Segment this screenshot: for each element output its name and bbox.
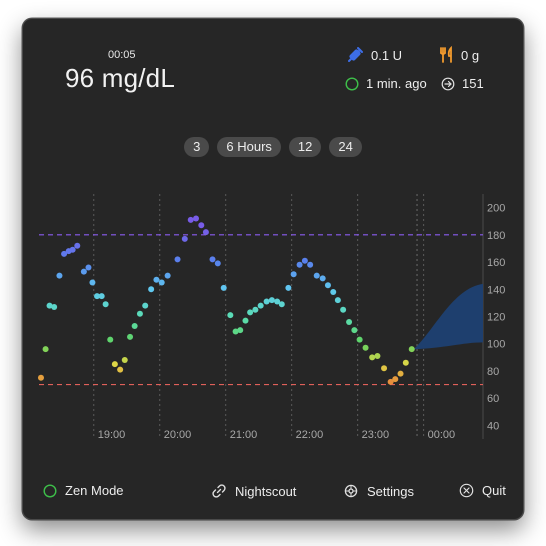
glucose-point — [356, 336, 363, 343]
glucose-point — [136, 310, 143, 317]
gear-icon — [343, 483, 359, 499]
glucose-point — [51, 303, 58, 310]
glucose-point — [117, 366, 124, 373]
glucose-point — [268, 297, 275, 304]
glucose-point — [80, 268, 87, 275]
glucose-point — [69, 246, 76, 253]
glucose-point — [127, 333, 134, 340]
glucose-point — [37, 374, 44, 381]
y-tick-label: 200 — [487, 203, 505, 215]
x-tick-label: 20:00 — [164, 429, 192, 441]
forecast-area — [413, 283, 483, 350]
glucose-point — [307, 261, 314, 268]
glucose-point — [85, 264, 92, 271]
y-tick-label: 120 — [487, 312, 505, 324]
glucose-point — [209, 256, 216, 263]
x-tick-label: 22:00 — [296, 429, 324, 441]
x-tick-label: 00:00 — [428, 429, 456, 441]
glucose-point — [334, 297, 341, 304]
y-tick-label: 100 — [487, 339, 505, 351]
zen-circle-icon — [43, 483, 57, 498]
glucose-point — [153, 276, 160, 283]
glucose-point — [42, 346, 49, 353]
glucose-point — [278, 301, 285, 308]
glucose-point — [148, 286, 155, 293]
glucose-point — [257, 302, 264, 309]
glucose-point — [247, 309, 254, 316]
glucose-point — [313, 272, 320, 279]
glucose-point — [237, 327, 244, 334]
glucose-point — [252, 306, 259, 313]
glucose-point — [362, 344, 369, 351]
glucose-point — [263, 298, 270, 305]
glucose-point — [351, 327, 358, 334]
glucose-point — [74, 242, 81, 249]
glucose-point — [198, 222, 205, 229]
glucose-point — [102, 301, 109, 308]
zen-mode-label: Zen Mode — [65, 483, 124, 498]
glucose-point — [181, 235, 188, 242]
glucose-point — [330, 289, 337, 295]
x-tick-label: 21:00 — [230, 429, 258, 441]
glucose-point — [142, 302, 149, 309]
settings-label: Settings — [367, 483, 414, 499]
glucose-point — [340, 306, 347, 313]
x-tick-label: 19:00 — [98, 429, 126, 441]
close-circle-icon — [459, 483, 474, 498]
app-window: 00:05 96 mg/dL 0.1 U 0 g 1 min. ago 151 … — [22, 18, 524, 520]
glucose-point — [324, 282, 331, 289]
glucose-point — [121, 357, 128, 364]
quit-button[interactable]: Quit — [459, 483, 506, 498]
glucose-point — [164, 272, 171, 279]
glucose-point — [111, 361, 118, 368]
y-tick-label: 60 — [487, 393, 499, 405]
zen-mode-button[interactable]: Zen Mode — [43, 483, 124, 498]
glucose-point — [227, 312, 234, 319]
glucose-point — [158, 279, 165, 286]
nightscout-button[interactable]: Nightscout — [211, 483, 296, 499]
glucose-point — [187, 216, 194, 223]
y-tick-label: 140 — [487, 284, 505, 296]
glucose-point — [193, 215, 200, 222]
settings-button[interactable]: Settings — [343, 483, 414, 499]
glucose-point — [296, 261, 303, 268]
glucose-point — [301, 257, 308, 264]
quit-label: Quit — [482, 483, 506, 498]
link-icon — [211, 483, 227, 499]
glucose-point — [107, 336, 114, 343]
glucose-point — [131, 323, 138, 330]
glucose-point — [408, 346, 415, 353]
glucose-point — [346, 318, 353, 325]
glucose-point — [98, 293, 105, 300]
glucose-point — [290, 271, 297, 278]
glucose-point — [89, 279, 96, 286]
glucose-point — [242, 317, 249, 324]
x-tick-label: 23:00 — [362, 429, 390, 441]
glucose-point — [369, 354, 376, 361]
glucose-point — [174, 256, 181, 263]
glucose-point — [381, 365, 388, 372]
glucose-point — [374, 352, 381, 359]
glucose-point — [214, 260, 221, 267]
nightscout-label: Nightscout — [235, 483, 297, 499]
glucose-point — [202, 229, 209, 236]
glucose-chart: 19:00 20:00 21:00 22:00 23:00 00:00 40 60 80 100 1… — [37, 194, 505, 441]
glucose-point — [402, 359, 409, 366]
y-tick-label: 80 — [487, 366, 499, 378]
glucose-point — [319, 275, 326, 282]
y-tick-label: 180 — [487, 230, 505, 242]
glucose-point — [285, 284, 292, 291]
glucose-point — [56, 272, 63, 279]
glucose-point — [397, 370, 404, 377]
y-tick-label: 160 — [487, 257, 505, 269]
glucose-point — [392, 376, 399, 383]
glucose-point — [220, 284, 227, 291]
y-tick-label: 40 — [487, 420, 499, 432]
